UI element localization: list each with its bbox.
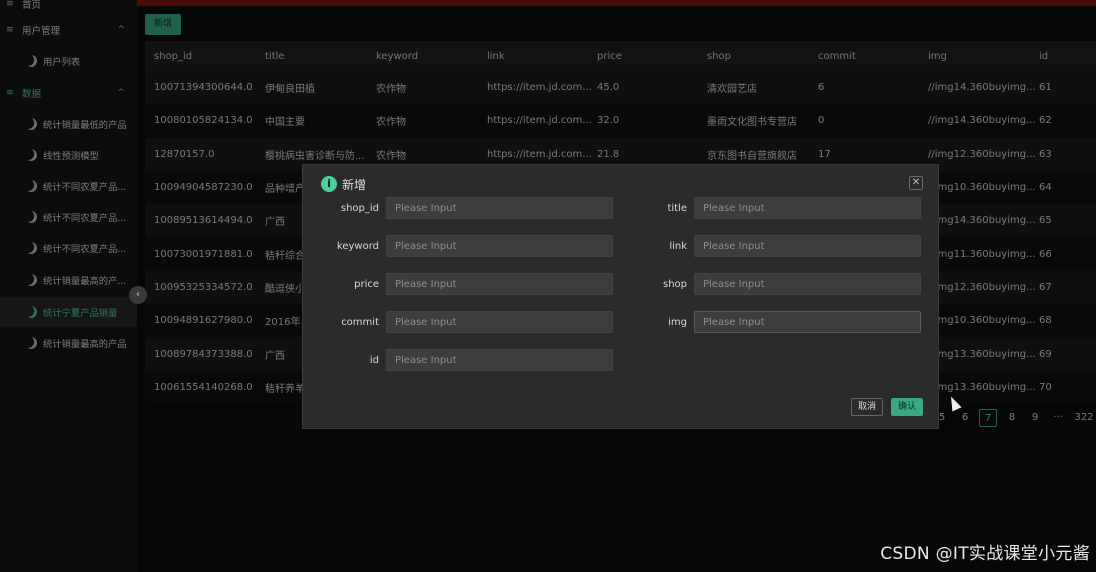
id-input[interactable] <box>386 349 613 371</box>
price-label: price <box>354 279 379 290</box>
confirm-button[interactable]: 确认 <box>891 398 923 416</box>
img-input[interactable] <box>694 311 921 333</box>
title-label: title <box>667 203 687 214</box>
price-input[interactable] <box>386 273 613 295</box>
watermark: CSDN @IT实战课堂小元酱 <box>880 544 1090 564</box>
title-input[interactable] <box>694 197 921 219</box>
img-label: img <box>668 317 687 328</box>
close-icon[interactable]: ✕ <box>909 176 923 190</box>
info-icon: i <box>321 176 337 192</box>
shop-input[interactable] <box>694 273 921 295</box>
keyword-input[interactable] <box>386 235 613 257</box>
link-label: link <box>669 241 687 252</box>
shop-label: shop <box>662 279 687 290</box>
add-dialog: i 新增 ✕ shop_id title keyword link price … <box>302 164 939 429</box>
commit-label: commit <box>341 317 379 328</box>
sidebar-collapse-button[interactable]: ‹ <box>129 286 147 304</box>
link-input[interactable] <box>694 235 921 257</box>
id-label: id <box>369 355 379 366</box>
cancel-button[interactable]: 取消 <box>851 398 883 416</box>
shop-id-label: shop_id <box>340 203 379 214</box>
shop-id-input[interactable] <box>386 197 613 219</box>
keyword-label: keyword <box>336 241 379 252</box>
commit-input[interactable] <box>386 311 613 333</box>
dialog-title: 新增 <box>342 178 367 192</box>
